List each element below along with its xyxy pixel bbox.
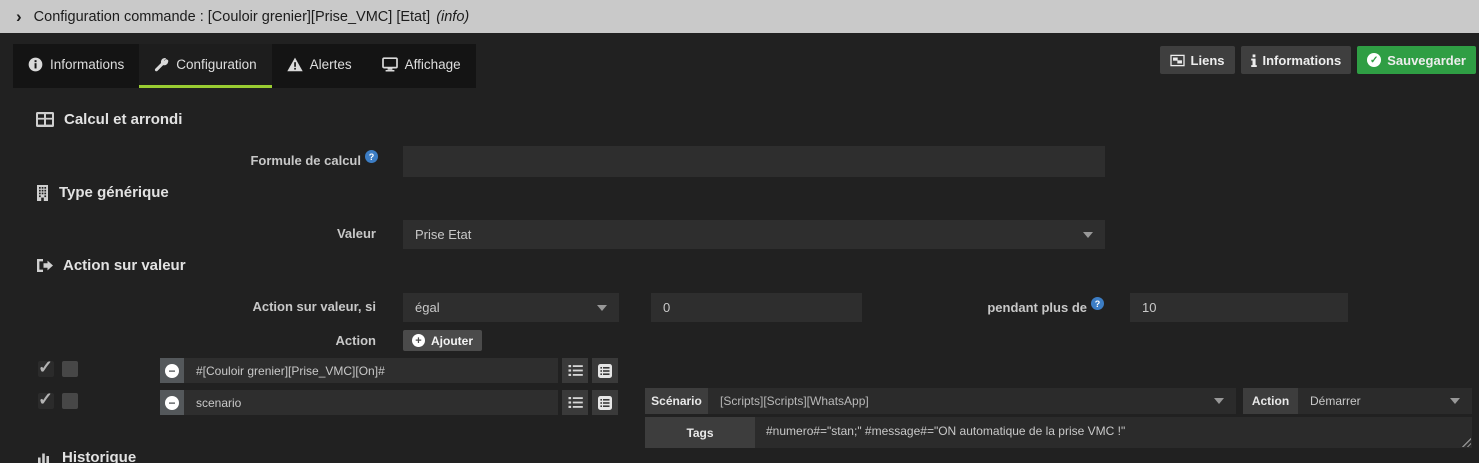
caret-down-icon [1214, 398, 1224, 404]
section-title: Historique [62, 449, 137, 463]
tab-alertes[interactable]: Alertes [271, 44, 367, 88]
list-alt-icon [598, 395, 612, 410]
tab-label: Informations [50, 57, 125, 72]
links-icon [1169, 54, 1185, 66]
minus-circle-icon: − [165, 395, 179, 410]
chevron-right-icon[interactable]: › [16, 8, 22, 25]
check-icon: ✓ [38, 357, 54, 377]
warning-triangle-icon [286, 57, 303, 72]
caret-down-icon [597, 304, 607, 311]
command-config-window: › Configuration commande : [Couloir gren… [0, 0, 1479, 463]
pendant-plus-de-label: pendant plus de? [880, 297, 1104, 315]
section-title: Calcul et arrondi [64, 111, 183, 128]
action-row1-list-button[interactable] [562, 358, 588, 383]
info-icon [1250, 53, 1257, 67]
list-alt-icon [598, 363, 612, 378]
wrench-icon [155, 57, 169, 72]
action-row2-option-checkbox[interactable] [62, 393, 78, 409]
pendant-duree-input[interactable] [1130, 293, 1348, 322]
window-title-bar: › Configuration commande : [Couloir gren… [0, 0, 1479, 33]
action-row2-enabled-checkbox[interactable]: ✓ [38, 389, 54, 409]
valeur-select[interactable]: Prise Etat [403, 220, 1105, 249]
action-sur-valeur-si-label: Action sur valeur, si [252, 299, 376, 314]
help-icon[interactable]: ? [1091, 297, 1104, 310]
valeur-label: Valeur [336, 226, 376, 241]
formule-de-calcul-label: Formule de calcul? [150, 150, 378, 168]
scenario-action-select[interactable]: Démarrer [1298, 388, 1472, 414]
liens-label: Liens [1190, 52, 1225, 68]
action-row1-option-checkbox[interactable] [62, 361, 78, 377]
scenario-action-addon-label: Action [1243, 388, 1298, 414]
help-icon[interactable]: ? [365, 150, 378, 163]
action-row2-detail-button[interactable] [592, 390, 618, 415]
tab-informations[interactable]: Informations [13, 44, 140, 88]
tab-affichage[interactable]: Affichage [366, 44, 476, 88]
sign-out-icon [37, 259, 53, 272]
sauvegarder-button[interactable]: ✓ Sauvegarder [1357, 46, 1476, 74]
action-row2-list-button[interactable] [562, 390, 588, 415]
tab-label: Affichage [404, 57, 461, 72]
condition-select[interactable]: égal [403, 293, 619, 322]
seuil-input[interactable] [651, 293, 862, 322]
liens-button[interactable]: Liens [1159, 46, 1235, 74]
formule-de-calcul-input[interactable] [403, 146, 1105, 177]
informations-label: Informations [1262, 52, 1342, 68]
plus-circle-icon: + [412, 334, 425, 347]
tags-addon-label: Tags [645, 417, 755, 448]
tags-textarea[interactable]: #numero#="stan;" #message#="ON automatiq… [755, 417, 1472, 448]
action-row1-detail-button[interactable] [592, 358, 618, 383]
check-circle-icon: ✓ [1367, 53, 1382, 67]
section-action-sur-valeur: Action sur valeur [36, 257, 186, 274]
scenario-selected-value: [Scripts][Scripts][WhatsApp] [720, 394, 869, 408]
page-title-type: (info) [436, 8, 470, 25]
list-ul-icon [568, 365, 583, 376]
section-type-generique: Type générique [36, 184, 169, 201]
action-label: Action [335, 333, 376, 348]
section-historique: Historique [36, 449, 136, 463]
header-toolbar: Liens Informations ✓ Sauvegarder [1159, 46, 1476, 74]
table-icon [36, 112, 54, 127]
action-row1-remove-button[interactable]: − [160, 358, 184, 383]
section-calcul-et-arrondi: Calcul et arrondi [36, 111, 182, 128]
tab-label: Alertes [309, 57, 352, 72]
action-row2-command-input[interactable] [184, 390, 558, 415]
ajouter-label: Ajouter [431, 333, 473, 348]
bar-chart-icon [38, 453, 49, 463]
ajouter-action-button[interactable]: + Ajouter [403, 330, 482, 351]
scenario-select[interactable]: [Scripts][Scripts][WhatsApp] [708, 388, 1236, 414]
caret-down-icon [1450, 398, 1460, 404]
action-row2-remove-button[interactable]: − [160, 390, 184, 415]
section-title: Type générique [59, 184, 169, 201]
minus-circle-icon: − [165, 363, 179, 378]
info-circle-icon [28, 57, 43, 72]
action-row1-enabled-checkbox[interactable]: ✓ [38, 357, 54, 377]
tab-label: Configuration [176, 57, 257, 72]
page-title: Configuration commande : [Couloir grenie… [33, 8, 431, 25]
check-icon: ✓ [38, 389, 54, 409]
scenario-action-selected-value: Démarrer [1310, 394, 1361, 408]
caret-down-icon [1083, 231, 1093, 238]
action-row1-command-input[interactable] [184, 358, 558, 383]
condition-selected-value: égal [415, 300, 440, 315]
informations-button[interactable]: Informations [1240, 46, 1352, 74]
sauvegarder-label: Sauvegarder [1387, 52, 1466, 68]
scenario-addon-label: Scénario [645, 388, 708, 414]
section-title: Action sur valeur [63, 257, 186, 274]
display-icon [381, 57, 398, 72]
valeur-selected-value: Prise Etat [415, 227, 472, 242]
building-icon [37, 184, 48, 201]
tab-configuration[interactable]: Configuration [139, 44, 272, 88]
tab-bar: Informations Configuration Alertes Affic… [13, 44, 476, 88]
list-ul-icon [568, 397, 583, 408]
